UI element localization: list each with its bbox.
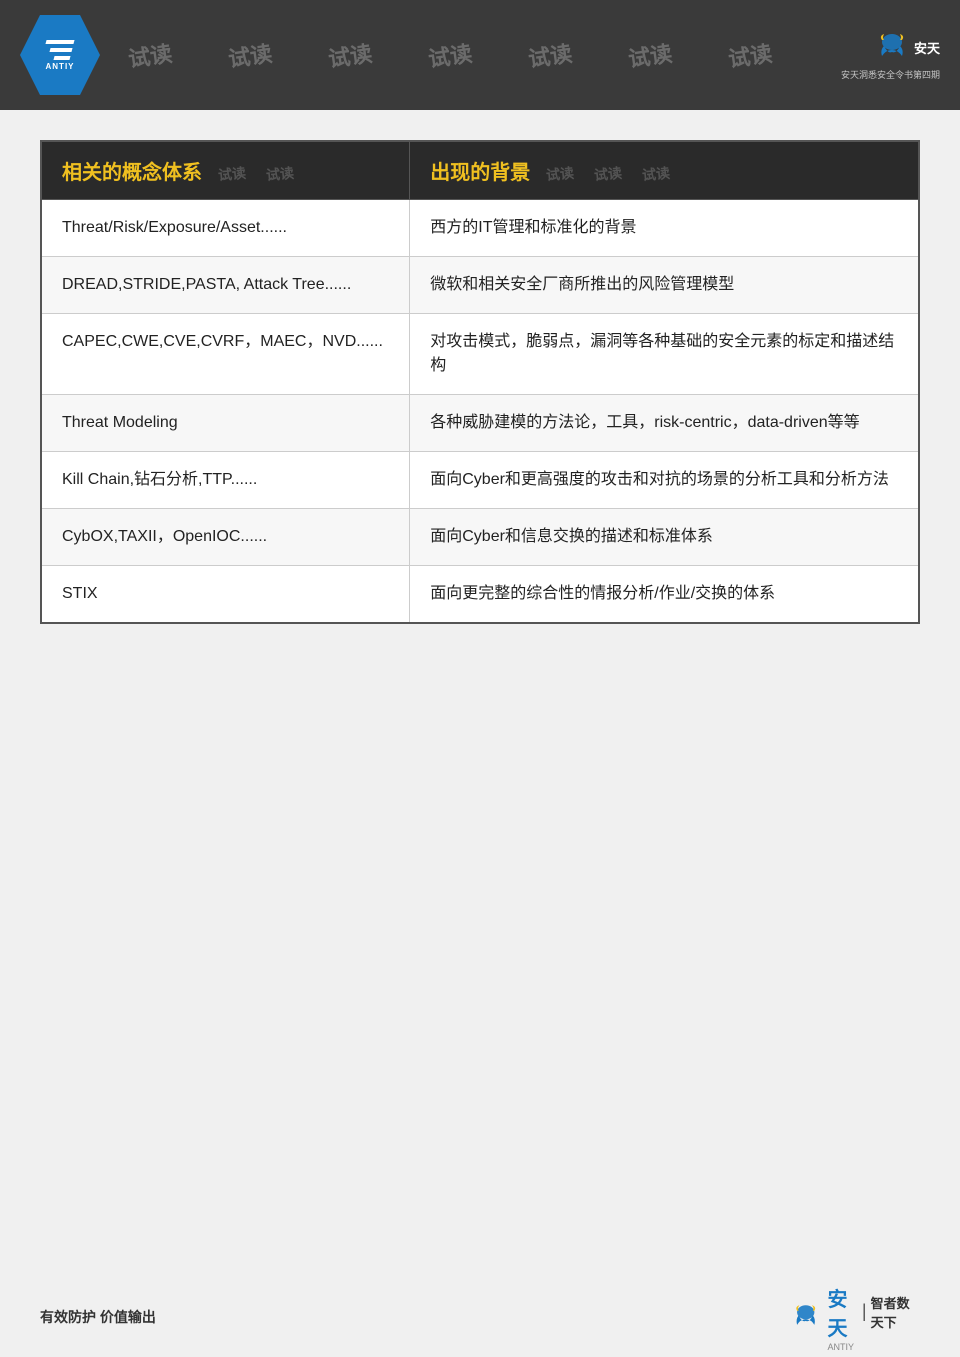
right-logo-top: 安天 bbox=[874, 30, 940, 66]
table-cell-right-1: 微软和相关安全厂商所推出的风险管理模型 bbox=[410, 257, 919, 314]
col2-header: 出现的背景 试读 试读 试读 bbox=[410, 141, 919, 200]
footer-antiy-logo: 安天 | 智者数天下 ANTIY bbox=[790, 1292, 920, 1342]
th-wm-4: 试读 bbox=[593, 163, 623, 185]
main-content: 相关的概念体系 试读 试读 出现的背景 试读 试读 试读 Threat/Ri bbox=[0, 110, 960, 664]
header-right-logo: 安天 安天洞悉安全令书第四期 bbox=[841, 30, 940, 81]
concept-table: 相关的概念体系 试读 试读 出现的背景 试读 试读 试读 Threat/Ri bbox=[40, 140, 920, 624]
table-cell-right-3: 各种威胁建模的方法论，工具，risk-centric，data-driven等等 bbox=[410, 395, 919, 452]
col1-header-watermarks: 试读 试读 bbox=[218, 164, 294, 184]
footer: 有效防护 价值输出 安天 | 智者数天下 ANTIY bbox=[0, 1277, 960, 1357]
header-wm-2: 试读 bbox=[226, 36, 274, 74]
th-wm-2: 试读 bbox=[265, 163, 295, 185]
header-watermark-row: 试读 试读 试读 试读 试读 试读 试读 bbox=[100, 0, 800, 110]
header-wm-3: 试读 bbox=[326, 36, 374, 74]
table-cell-left-2: CAPEC,CWE,CVE,CVRF，MAEC，NVD...... bbox=[41, 314, 410, 395]
table-row: CAPEC,CWE,CVE,CVRF，MAEC，NVD......对攻击模式，脆… bbox=[41, 314, 919, 395]
header-wm-1: 试读 bbox=[126, 36, 174, 74]
footer-tagline: 有效防护 价值输出 bbox=[40, 1307, 156, 1327]
table-row: STIX面向更完整的综合性的情报分析/作业/交换的体系 bbox=[41, 566, 919, 624]
table-cell-right-5: 面向Cyber和信息交换的描述和标准体系 bbox=[410, 509, 919, 566]
table-cell-right-2: 对攻击模式，脆弱点，漏洞等各种基础的安全元素的标定和描述结构 bbox=[410, 314, 919, 395]
footer-sub-text: 智者数天下 bbox=[871, 1293, 920, 1331]
logo-stripe-1 bbox=[45, 40, 74, 44]
th-wm-3: 试读 bbox=[545, 163, 575, 185]
table-row: Threat Modeling各种威胁建模的方法论，工具，risk-centri… bbox=[41, 395, 919, 452]
table-cell-left-3: Threat Modeling bbox=[41, 395, 410, 452]
table-row: Kill Chain,钻石分析,TTP......面向Cyber和更高强度的攻击… bbox=[41, 452, 919, 509]
table-cell-left-1: DREAD,STRIDE,PASTA, Attack Tree...... bbox=[41, 257, 410, 314]
footer-antiy-icon bbox=[790, 1297, 821, 1337]
right-logo-brand: 安天 bbox=[914, 38, 940, 57]
col2-header-text: 出现的背景 bbox=[430, 162, 530, 184]
table-header-row: 相关的概念体系 试读 试读 出现的背景 试读 试读 试读 bbox=[41, 141, 919, 200]
logo-stripe-3 bbox=[53, 56, 70, 60]
header-wm-6: 试读 bbox=[626, 36, 674, 74]
table-body: Threat/Risk/Exposure/Asset......西方的IT管理和… bbox=[41, 200, 919, 624]
footer-antiy-name: 安天 bbox=[827, 1283, 857, 1341]
table-row: CybOX,TAXII，OpenIOC......面向Cyber和信息交换的描述… bbox=[41, 509, 919, 566]
header-bar: ANTIY 试读 试读 试读 试读 试读 试读 试读 安天 安天洞悉安全令书第四… bbox=[0, 0, 960, 110]
header-wm-5: 试读 bbox=[526, 36, 574, 74]
logo-inner: ANTIY bbox=[46, 40, 75, 71]
table-row: Threat/Risk/Exposure/Asset......西方的IT管理和… bbox=[41, 200, 919, 257]
logo-stripes bbox=[46, 40, 74, 60]
logo-stripe-2 bbox=[49, 48, 72, 52]
footer-pipe: | bbox=[862, 1301, 867, 1322]
table-row: DREAD,STRIDE,PASTA, Attack Tree......微软和… bbox=[41, 257, 919, 314]
table-cell-right-4: 面向Cyber和更高强度的攻击和对抗的场景的分析工具和分析方法 bbox=[410, 452, 919, 509]
col1-header: 相关的概念体系 试读 试读 bbox=[41, 141, 410, 200]
table-cell-left-4: Kill Chain,钻石分析,TTP...... bbox=[41, 452, 410, 509]
logo-antiy-text: ANTIY bbox=[46, 62, 75, 71]
footer-logo-text-block: 安天 | 智者数天下 ANTIY bbox=[827, 1283, 920, 1352]
table-cell-right-0: 西方的IT管理和标准化的背景 bbox=[410, 200, 919, 257]
th-wm-1: 试读 bbox=[217, 163, 247, 185]
footer-antiy-pinyin: ANTIY bbox=[827, 1342, 920, 1352]
header-wm-7: 试读 bbox=[726, 36, 774, 74]
header-wm-4: 试读 bbox=[426, 36, 474, 74]
col1-header-text: 相关的概念体系 bbox=[62, 162, 202, 184]
th-wm-5: 试读 bbox=[641, 163, 671, 185]
table-cell-left-0: Threat/Risk/Exposure/Asset...... bbox=[41, 200, 410, 257]
right-logo-subtitle: 安天洞悉安全令书第四期 bbox=[841, 68, 940, 81]
col2-header-watermarks: 试读 试读 试读 bbox=[546, 164, 670, 184]
antiy-logo: ANTIY bbox=[20, 15, 100, 95]
table-cell-left-6: STIX bbox=[41, 566, 410, 624]
antiy-bird-icon bbox=[874, 30, 910, 66]
table-cell-right-6: 面向更完整的综合性的情报分析/作业/交换的体系 bbox=[410, 566, 919, 624]
table-cell-left-5: CybOX,TAXII，OpenIOC...... bbox=[41, 509, 410, 566]
footer-right: 安天 | 智者数天下 ANTIY bbox=[790, 1292, 920, 1342]
